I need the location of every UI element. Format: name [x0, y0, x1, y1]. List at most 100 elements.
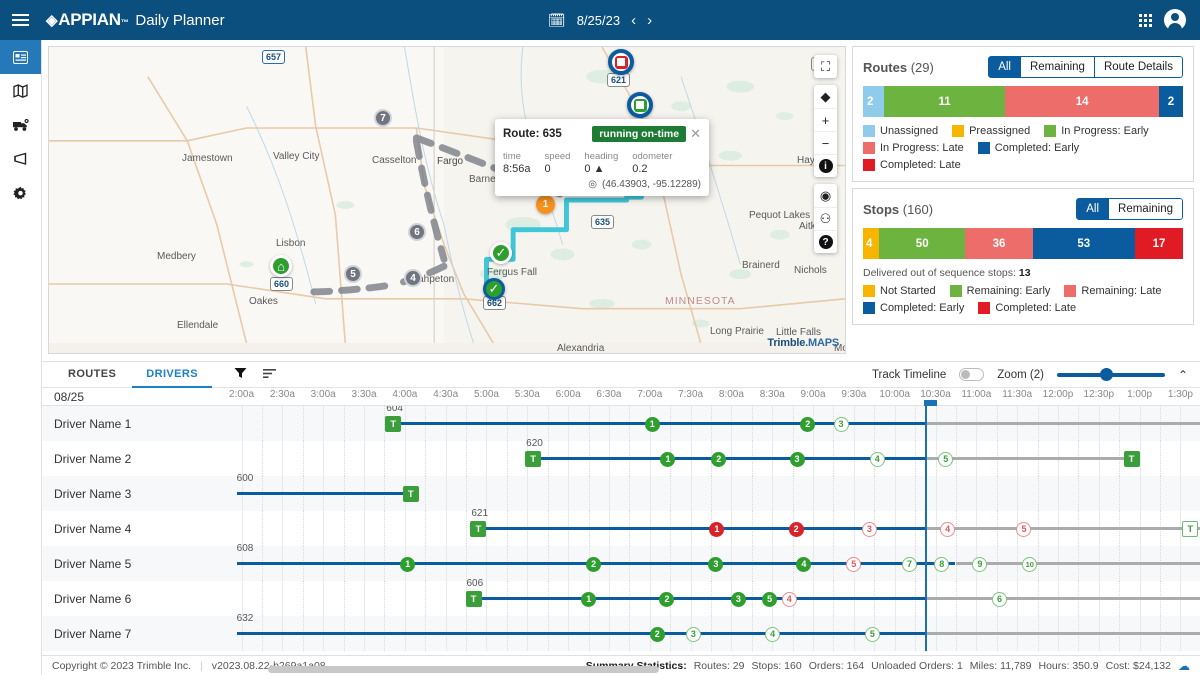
route-shield[interactable]: 621 [607, 73, 630, 87]
tab-drivers[interactable]: DRIVERS [132, 362, 212, 388]
timeline-stop-marker[interactable]: 6 [992, 592, 1007, 607]
timeline-row[interactable]: Driver Name 2620TT12345 [42, 441, 1200, 476]
completed-stop-marker[interactable]: ✓ [490, 242, 512, 264]
timeline-stop-marker[interactable]: 1 [581, 592, 596, 607]
route-popup[interactable]: Route: 635 running on-time ✕ time8:56a s… [495, 119, 709, 196]
stops-segment-completed-early[interactable]: 53 [1033, 228, 1135, 259]
route-shield[interactable]: 635 [591, 215, 614, 229]
calendar-icon[interactable]: 🗓 [548, 12, 566, 29]
timeline-stop-marker[interactable]: 1 [645, 417, 660, 432]
hamburger-icon[interactable] [0, 14, 40, 26]
tab-routes[interactable]: ROUTES [54, 362, 130, 388]
routes-filter-all[interactable]: All [988, 56, 1021, 78]
apps-grid-icon[interactable] [1139, 14, 1152, 27]
routes-segment-inprogress-early[interactable]: 11 [884, 86, 1006, 117]
route-line-completed[interactable] [467, 597, 926, 600]
scrollbar-thumb[interactable] [268, 666, 659, 673]
zoom-out-button[interactable]: − [814, 131, 837, 154]
sidebar-item-planner[interactable] [0, 40, 41, 74]
stops-segment-remaining-late[interactable]: 36 [965, 228, 1032, 259]
depot-marker-start[interactable]: T [525, 451, 541, 467]
timeline-stop-marker[interactable]: 4 [782, 592, 797, 607]
stops-filter-all[interactable]: All [1076, 198, 1109, 220]
account-icon[interactable] [1164, 9, 1186, 31]
timeline-stop-marker[interactable]: 1 [709, 522, 724, 537]
depot-marker-start[interactable]: T [470, 521, 486, 537]
zoom-slider-knob[interactable] [1100, 368, 1113, 381]
timeline-stop-marker[interactable]: 1 [400, 557, 415, 572]
timeline-stop-marker[interactable]: 3 [731, 592, 746, 607]
timeline-stop-marker[interactable]: 4 [940, 522, 955, 537]
timeline-stop-marker[interactable]: 5 [938, 452, 953, 467]
seq-marker[interactable]: 5 [344, 265, 362, 283]
route-line-remaining[interactable] [925, 527, 1200, 530]
timeline-stop-marker[interactable]: 2 [650, 627, 665, 642]
timeline-stop-marker[interactable]: 7 [902, 557, 917, 572]
timeline-stop-marker[interactable]: 4 [765, 627, 780, 642]
info-button[interactable]: i [814, 154, 837, 177]
sidebar-item-settings[interactable] [0, 176, 41, 210]
timeline-stop-marker[interactable]: 2 [659, 592, 674, 607]
timeline-stop-marker[interactable]: 3 [790, 452, 805, 467]
stops-segment-not-started[interactable]: 4 [863, 228, 879, 259]
route-line-remaining[interactable] [925, 597, 1200, 600]
depot-marker-end[interactable]: T [403, 486, 419, 502]
close-icon[interactable]: ✕ [690, 126, 701, 142]
routes-filter-remaining[interactable]: Remaining [1021, 56, 1095, 78]
route-line-completed[interactable] [471, 527, 925, 530]
sidebar-item-alerts[interactable] [0, 142, 41, 176]
timeline-row[interactable]: Driver Name 56081234578910 [42, 546, 1200, 581]
sidebar-item-map[interactable] [0, 74, 41, 108]
seq-marker[interactable]: 6 [408, 223, 426, 241]
timeline-stop-marker[interactable]: 2 [800, 417, 815, 432]
timeline-row[interactable]: Driver Name 4621TT12345 [42, 511, 1200, 546]
timeline-stop-marker[interactable]: 5 [762, 592, 777, 607]
timeline-stop-marker[interactable]: 1 [660, 452, 675, 467]
route-line-remaining[interactable] [925, 632, 1200, 635]
depot-marker-start[interactable]: T [466, 591, 482, 607]
route-options-button[interactable]: ⚇ [814, 207, 837, 230]
route-line-completed[interactable] [237, 492, 411, 495]
map-view[interactable]: Jamestown Valley City Casselton Fargo Ha… [48, 46, 846, 354]
timeline-stop-marker[interactable]: 5 [865, 627, 880, 642]
chevron-up-icon[interactable]: ⌃ [1178, 368, 1188, 382]
timeline-stop-marker[interactable]: 2 [789, 522, 804, 537]
timeline-stop-marker[interactable]: 4 [796, 557, 811, 572]
route-marker-621[interactable] [608, 49, 634, 75]
timeline-stop-marker[interactable]: 3 [686, 627, 701, 642]
fullscreen-button[interactable]: ⛶ [814, 55, 837, 78]
route-marker-635[interactable] [627, 92, 653, 118]
timeline-stop-marker[interactable]: 2 [586, 557, 601, 572]
stops-filter-remaining[interactable]: Remaining [1109, 198, 1183, 220]
depot-marker-660[interactable]: ⌂ [270, 255, 292, 277]
timeline-row[interactable]: Driver Name 6606T123456 [42, 581, 1200, 616]
timeline-hscrollbar[interactable] [188, 666, 1190, 673]
timeline-stop-marker[interactable]: 8 [934, 557, 949, 572]
route-shield[interactable]: 660 [270, 277, 293, 291]
routes-segment-completed-early[interactable]: 2 [1159, 86, 1183, 117]
layers-button[interactable]: ◆ [814, 85, 837, 108]
visibility-button[interactable]: ◉ [814, 184, 837, 207]
next-day-button[interactable]: › [647, 12, 652, 29]
timeline-stop-marker[interactable]: 3 [834, 417, 849, 432]
timeline-row[interactable]: Driver Name 76322345 [42, 616, 1200, 651]
route-shield[interactable]: 657 [262, 50, 285, 64]
completed-stop-marker[interactable]: ✓ [483, 278, 505, 300]
seq-marker[interactable]: 7 [374, 109, 392, 127]
prev-day-button[interactable]: ‹ [631, 12, 636, 29]
timeline-stop-marker[interactable]: 2 [711, 452, 726, 467]
filter-icon[interactable] [234, 367, 247, 382]
timeline-stop-marker[interactable]: 3 [708, 557, 723, 572]
timeline-stop-marker[interactable]: 5 [846, 557, 861, 572]
routes-segment-inprogress-late[interactable]: 14 [1005, 86, 1159, 117]
timeline-stop-marker[interactable]: 4 [870, 452, 885, 467]
help-button[interactable]: ? [814, 230, 837, 253]
sort-icon[interactable] [263, 368, 276, 382]
route-line-remaining[interactable] [956, 562, 1200, 565]
seq-marker[interactable]: 4 [404, 269, 422, 287]
depot-marker-start[interactable]: T [385, 416, 401, 432]
zoom-slider[interactable] [1057, 373, 1165, 377]
timeline-row[interactable]: Driver Name 1604T123 [42, 406, 1200, 441]
timeline-stop-marker[interactable]: 3 [862, 522, 877, 537]
depot-marker-end[interactable]: T [1182, 521, 1198, 537]
